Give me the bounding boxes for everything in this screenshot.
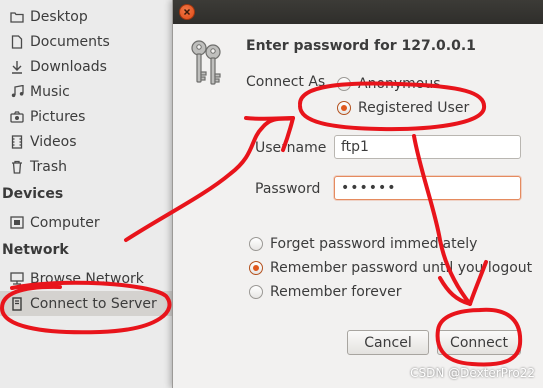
sidebar-item-label: Trash [30,158,67,175]
keys-icon [191,40,221,85]
sidebar-item-trash[interactable]: Trash [0,154,176,179]
sidebar-item-label: Connect to Server [30,295,157,312]
password-dialog: Enter password for 127.0.0.1 Connect As … [172,0,543,388]
sidebar-item-pictures[interactable]: Pictures [0,104,176,129]
cancel-button[interactable]: Cancel [347,330,429,355]
network-header: Network [2,242,69,258]
connect-button[interactable]: Connect [437,330,521,355]
sidebar-item-browse-network[interactable]: Browse Network [0,266,176,291]
sidebar-item-music[interactable]: Music [0,79,176,104]
radio-remember-until-logout[interactable]: Remember password until you logout [249,260,532,276]
radio-label: Forget password immediately [270,236,478,252]
radio-button[interactable] [337,77,351,91]
radio-label: Remember forever [270,284,402,300]
username-field[interactable] [334,135,521,159]
file-manager-sidebar: Desktop Documents Downloads Music Pictur… [0,0,176,388]
username-label: Username [255,140,327,156]
sidebar-item-desktop[interactable]: Desktop [0,4,176,29]
sidebar-item-connect-to-server[interactable]: Connect to Server [0,291,176,316]
radio-button[interactable] [337,101,351,115]
radio-button[interactable] [249,261,263,275]
sidebar-item-videos[interactable]: Videos [0,129,176,154]
sidebar-item-label: Music [30,83,70,100]
sidebar-item-label: Videos [30,133,77,150]
sidebar-item-computer[interactable]: Computer [0,210,176,235]
radio-forget-immediately[interactable]: Forget password immediately [249,236,477,252]
music-icon [10,85,24,99]
connect-as-label: Connect As [246,74,326,90]
password-field[interactable]: •••••• [334,176,521,200]
sidebar-item-label: Downloads [30,58,107,75]
film-icon [10,134,24,149]
sidebar-item-label: Pictures [30,108,86,125]
dialog-titlebar [173,0,543,24]
sidebar-item-documents[interactable]: Documents [0,29,176,54]
download-icon [10,60,24,74]
devices-header: Devices [2,186,64,202]
close-button[interactable] [179,4,195,20]
radio-label: Registered User [358,100,470,116]
radio-label: Anonymous [358,76,441,92]
radio-button[interactable] [249,285,263,299]
radio-button[interactable] [249,237,263,251]
trash-icon [10,160,24,174]
close-icon [183,8,191,16]
folder-icon [10,10,24,24]
document-icon [10,34,24,49]
sidebar-item-label: Documents [30,33,110,50]
server-icon [10,296,24,311]
computer-icon [10,216,24,230]
dialog-title: Enter password for 127.0.0.1 [246,38,476,54]
network-icon [10,272,24,286]
sidebar-item-label: Desktop [30,8,88,25]
camera-icon [10,110,24,124]
password-label: Password [255,181,321,197]
radio-registered-user[interactable]: Registered User [337,100,469,116]
watermark-text: CSDN @DexterPro22 [410,366,535,380]
sidebar-item-label: Computer [30,214,100,231]
radio-remember-forever[interactable]: Remember forever [249,284,402,300]
radio-anonymous[interactable]: Anonymous [337,76,441,92]
sidebar-item-downloads[interactable]: Downloads [0,54,176,79]
radio-label: Remember password until you logout [270,260,533,276]
sidebar-item-label: Browse Network [30,270,144,287]
